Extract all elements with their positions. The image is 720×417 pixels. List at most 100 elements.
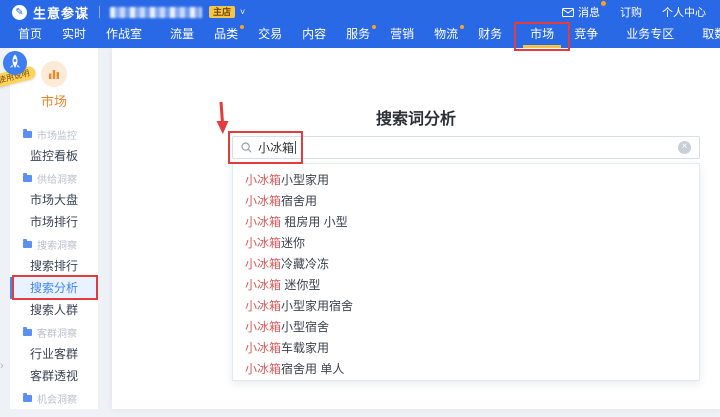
nav-item-label: 物流 <box>434 27 458 41</box>
nav-item-service[interactable]: 服务 <box>336 21 380 48</box>
suggestion-item[interactable]: 小冰箱宿舍用 单人 <box>233 359 699 380</box>
nav-item-finance[interactable]: 财务 <box>468 21 512 48</box>
usage-guide-rocket-icon[interactable] <box>2 50 28 81</box>
profile-link[interactable]: 个人中心 <box>662 4 706 20</box>
brand-logo-icon: ✎ <box>12 5 27 20</box>
nav-item-traffic[interactable]: 流量 <box>160 21 204 48</box>
menu-item-search-ranking[interactable]: 搜索排行 <box>10 255 98 277</box>
folder-icon <box>23 131 32 138</box>
shop-switcher-chevron-icon[interactable]: ˅ <box>240 7 245 17</box>
sidebar-menu: 市场监控监控看板供给洞察市场大盘市场排行搜索洞察搜索排行搜索分析搜索人群客群洞察… <box>10 123 98 409</box>
menu-item-market-overview[interactable]: 市场大盘 <box>10 189 98 211</box>
folder-icon <box>23 329 32 336</box>
nav-item-label: 首页 <box>18 27 42 41</box>
main-store-badge: 主店 <box>209 6 235 18</box>
messages-link[interactable]: 消息 <box>562 4 600 20</box>
topbar: ✎ 生意参谋 主店 ˅ 消息 订购 个人中心 首页实时作战室 流量 品类交易内容服务… <box>0 0 720 48</box>
nav-item-label: 流量 <box>170 27 194 41</box>
suggestion-match: 小冰箱 <box>245 194 281 208</box>
suggestion-item[interactable]: 小冰箱 迷你型 <box>233 275 699 296</box>
suggestion-item[interactable]: 小冰箱小型宿舍 <box>233 317 699 338</box>
suggestion-match: 小冰箱 <box>245 236 281 250</box>
menu-label: 搜索洞察 <box>37 237 77 252</box>
sidebar: 市场 市场监控监控看板供给洞察市场大盘市场排行搜索洞察搜索排行搜索分析搜索人群客… <box>10 48 98 409</box>
suggestion-match: 小冰箱 <box>245 215 281 229</box>
suggestion-rest: 宿舍用 单人 <box>281 362 344 376</box>
menu-item-market-ranking[interactable]: 市场排行 <box>10 211 98 233</box>
sidebar-collapse-handle[interactable]: › <box>0 360 4 372</box>
folder-icon <box>23 395 32 402</box>
notification-dot <box>240 25 244 29</box>
topbar-account-row: ✎ 生意参谋 主店 ˅ 消息 订购 个人中心 <box>0 0 720 21</box>
nav-item-label: 营销 <box>390 27 414 41</box>
nav-item-label: 市场 <box>530 27 554 41</box>
nav-item-business-zone[interactable]: 业务专区 <box>616 21 684 48</box>
menu-label: 搜索排行 <box>30 259 78 273</box>
folder-icon <box>23 175 32 182</box>
nav-item-label: 财务 <box>478 27 502 41</box>
suggestion-rest: 小型家用宿舍 <box>281 299 353 313</box>
shop-name-redacted[interactable] <box>110 7 202 18</box>
suggestion-rest: 宿舍用 <box>281 194 317 208</box>
nav-item-market[interactable]: 市场 <box>520 21 564 48</box>
menu-label: 市场排行 <box>30 215 78 229</box>
menu-label: 机会洞察 <box>37 391 77 406</box>
messages-label: 消息 <box>578 4 600 20</box>
suggestion-match: 小冰箱 <box>245 362 281 376</box>
content-panel: 搜索词分析 小冰箱 × 小冰箱小型家用小冰箱宿舍用小冰箱 租房用 小型小冰箱迷你… <box>112 48 720 409</box>
brand-name[interactable]: 生意参谋 <box>33 3 89 22</box>
nav-item-realtime[interactable]: 实时 <box>52 21 96 48</box>
menu-label: 市场大盘 <box>30 193 78 207</box>
suggestion-rest: 车载家用 <box>281 341 329 355</box>
module-label: 市场 <box>10 91 98 110</box>
menu-section-opportunity-insight: 机会洞察 <box>10 387 98 409</box>
menu-item-search-audience[interactable]: 搜索人群 <box>10 299 98 321</box>
menu-label: 搜索人群 <box>30 303 78 317</box>
nav-item-label: 品类 <box>214 27 238 41</box>
nav-item-label: 取数 <box>702 27 720 41</box>
text-caret <box>295 141 296 154</box>
menu-item-industry-customer[interactable]: 行业客群 <box>10 343 98 365</box>
menu-label: 行业客群 <box>30 347 78 361</box>
suggestion-item[interactable]: 小冰箱宿舍用 <box>233 191 699 212</box>
search-input[interactable]: 小冰箱 × <box>232 136 700 159</box>
nav-item-trade[interactable]: 交易 <box>248 21 292 48</box>
suggestion-item[interactable]: 小冰箱迷你 <box>233 233 699 254</box>
menu-item-customer-perspective[interactable]: 客群透视 <box>10 365 98 387</box>
nav-item-data-extract[interactable]: 取数 <box>692 21 720 48</box>
suggestion-rest: 小型宿舍 <box>281 320 329 334</box>
nav-item-label: 竞争 <box>574 27 598 41</box>
suggestions-dropdown: 小冰箱小型家用小冰箱宿舍用小冰箱 租房用 小型小冰箱迷你小冰箱冷藏冷冻小冰箱 迷… <box>232 163 700 381</box>
suggestion-item[interactable]: 小冰箱 租房用 小型 <box>233 212 699 233</box>
suggestion-item[interactable]: 小冰箱冷藏冷冻 <box>233 254 699 275</box>
suggestion-item[interactable]: 小冰箱小型家用宿舍 <box>233 296 699 317</box>
menu-section-market-monitor: 市场监控 <box>10 123 98 145</box>
subscribe-link[interactable]: 订购 <box>620 4 642 20</box>
mail-icon <box>562 8 574 17</box>
menu-label: 客群洞察 <box>37 325 77 340</box>
menu-label: 市场监控 <box>37 127 77 142</box>
notification-dot <box>460 25 464 29</box>
suggestion-rest: 租房用 小型 <box>281 215 348 229</box>
clear-input-icon[interactable]: × <box>678 141 691 154</box>
suggestion-item[interactable]: 小冰箱小型家用 <box>233 170 699 191</box>
nav-item-marketing[interactable]: 营销 <box>380 21 424 48</box>
nav-item-label: 内容 <box>302 27 326 41</box>
nav-item-category[interactable]: 品类 <box>204 21 248 48</box>
suggestion-match: 小冰箱 <box>245 299 281 313</box>
nav-item-logistics[interactable]: 物流 <box>424 21 468 48</box>
nav-item-label: 作战室 <box>106 27 142 41</box>
topbar-divider <box>99 6 100 18</box>
nav-item-home[interactable]: 首页 <box>8 21 52 48</box>
suggestion-item[interactable]: 小冰箱车载家用 <box>233 338 699 359</box>
nav-item-competition[interactable]: 竞争 <box>564 21 608 48</box>
suggestion-match: 小冰箱 <box>245 173 281 187</box>
suggestion-rest: 冷藏冷冻 <box>281 257 329 271</box>
menu-item-search-analysis[interactable]: 搜索分析 <box>10 277 98 299</box>
nav-item-content[interactable]: 内容 <box>292 21 336 48</box>
nav-item-war-room[interactable]: 作战室 <box>96 21 152 48</box>
menu-item-monitor-board[interactable]: 监控看板 <box>10 145 98 167</box>
menu-label: 客群透视 <box>30 369 78 383</box>
menu-section-supply-insight: 供给洞察 <box>10 167 98 189</box>
suggestion-match: 小冰箱 <box>245 278 281 292</box>
